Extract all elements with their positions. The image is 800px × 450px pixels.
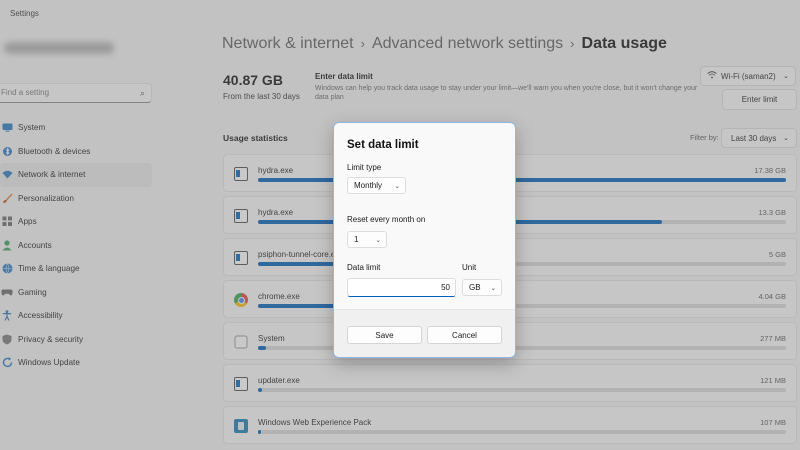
dialog-footer: Save Cancel <box>334 309 515 357</box>
save-button[interactable]: Save <box>347 326 422 344</box>
chevron-down-icon: ⌄ <box>394 182 400 190</box>
unit-select[interactable]: GB ⌄ <box>462 279 502 296</box>
chevron-down-icon: ⌄ <box>375 236 381 244</box>
cancel-button[interactable]: Cancel <box>427 326 502 344</box>
reset-day-value: 1 <box>354 235 359 244</box>
reset-day-label: Reset every month on <box>347 215 426 224</box>
limit-type-label: Limit type <box>347 163 382 172</box>
set-data-limit-dialog: Set data limit Limit type Monthly ⌄ Rese… <box>333 122 516 358</box>
data-limit-input[interactable] <box>347 278 456 297</box>
unit-value: GB <box>469 283 481 292</box>
chevron-down-icon: ⌄ <box>490 284 496 292</box>
data-limit-label: Data limit <box>347 263 381 272</box>
limit-type-select[interactable]: Monthly ⌄ <box>347 177 406 194</box>
reset-day-select[interactable]: 1 ⌄ <box>347 231 387 248</box>
unit-label: Unit <box>462 263 477 272</box>
dialog-title: Set data limit <box>347 139 419 151</box>
limit-type-value: Monthly <box>354 181 383 190</box>
